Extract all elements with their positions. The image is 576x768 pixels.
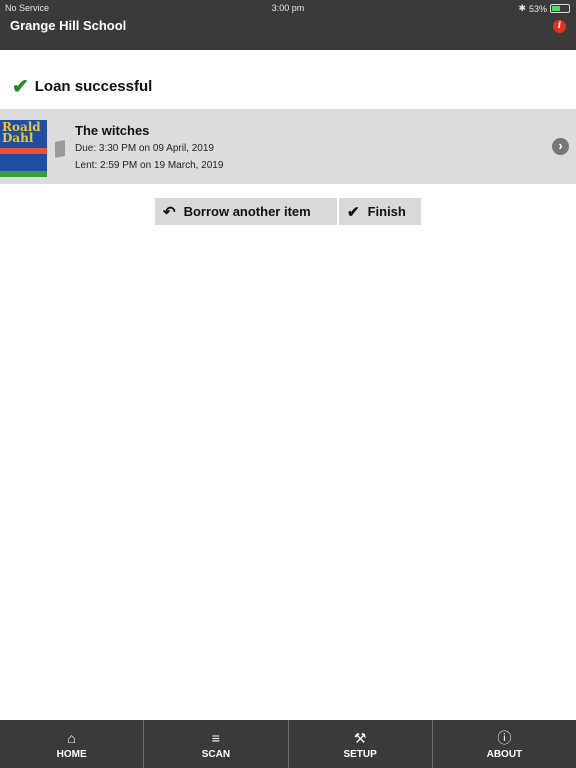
tab-setup[interactable]: ⚒ SETUP <box>289 720 433 768</box>
item-title: The witches <box>75 123 150 138</box>
alert-info-icon[interactable]: i <box>553 20 566 33</box>
tab-bar: ⌂ HOME ≡ SCAN ⚒ SETUP ⓘ ABOUT <box>0 720 576 768</box>
status-bar: No Service 3:00 pm ✱ 53% <box>0 0 576 16</box>
tab-setup-label: SETUP <box>343 749 377 760</box>
book-cover-image: Roald Dahl <box>0 120 47 177</box>
battery-icon <box>550 4 570 13</box>
cover-grass <box>0 171 47 177</box>
book-icon <box>55 140 65 158</box>
home-icon: ⌂ <box>67 730 76 746</box>
tab-scan-label: SCAN <box>201 749 231 760</box>
loan-status: ✔ Loan successful <box>12 74 152 99</box>
item-due-date: Due: 3:30 PM on 09 April, 2019 <box>75 143 214 154</box>
success-check-icon: ✔ <box>12 76 29 98</box>
tab-home-label: HOME <box>56 749 87 760</box>
borrow-another-label: Borrow another item <box>183 204 311 219</box>
check-icon: ✔ <box>347 203 360 221</box>
cover-author-art: Roald Dahl <box>2 120 41 145</box>
finish-button[interactable]: ✔ Finish <box>339 198 421 225</box>
undo-arrow-icon: ↶ <box>163 203 176 221</box>
tab-about[interactable]: ⓘ ABOUT <box>433 720 576 768</box>
item-lent-date: Lent: 2:59 PM on 19 March, 2019 <box>75 160 224 171</box>
battery-fill <box>552 6 560 11</box>
chevron-right-icon[interactable]: › <box>552 138 569 155</box>
borrow-another-button[interactable]: ↶ Borrow another item <box>155 198 337 225</box>
finish-label: Finish <box>367 204 406 219</box>
battery-percent: 53% <box>528 3 547 14</box>
info-icon: ⓘ <box>497 730 512 746</box>
loan-item-row[interactable]: Roald Dahl The witches Due: 3:30 PM on 09… <box>0 109 576 184</box>
page-title: Grange Hill School <box>10 18 127 33</box>
action-buttons: ↶ Borrow another item ✔ Finish <box>155 198 421 225</box>
nav-bar: Grange Hill School i <box>0 16 576 50</box>
wrench-icon: ⚒ <box>353 730 367 746</box>
loan-status-message: Loan successful <box>34 78 153 95</box>
bluetooth-icon: ✱ <box>518 3 526 13</box>
status-right: ✱ 53% <box>518 3 570 14</box>
barcode-scan-icon: ≡ <box>211 730 220 746</box>
clock: 3:00 pm <box>271 3 305 13</box>
tab-scan[interactable]: ≡ SCAN <box>144 720 289 768</box>
tab-home[interactable]: ⌂ HOME <box>0 720 145 768</box>
tab-about-label: ABOUT <box>486 749 523 760</box>
cover-band <box>0 148 47 154</box>
